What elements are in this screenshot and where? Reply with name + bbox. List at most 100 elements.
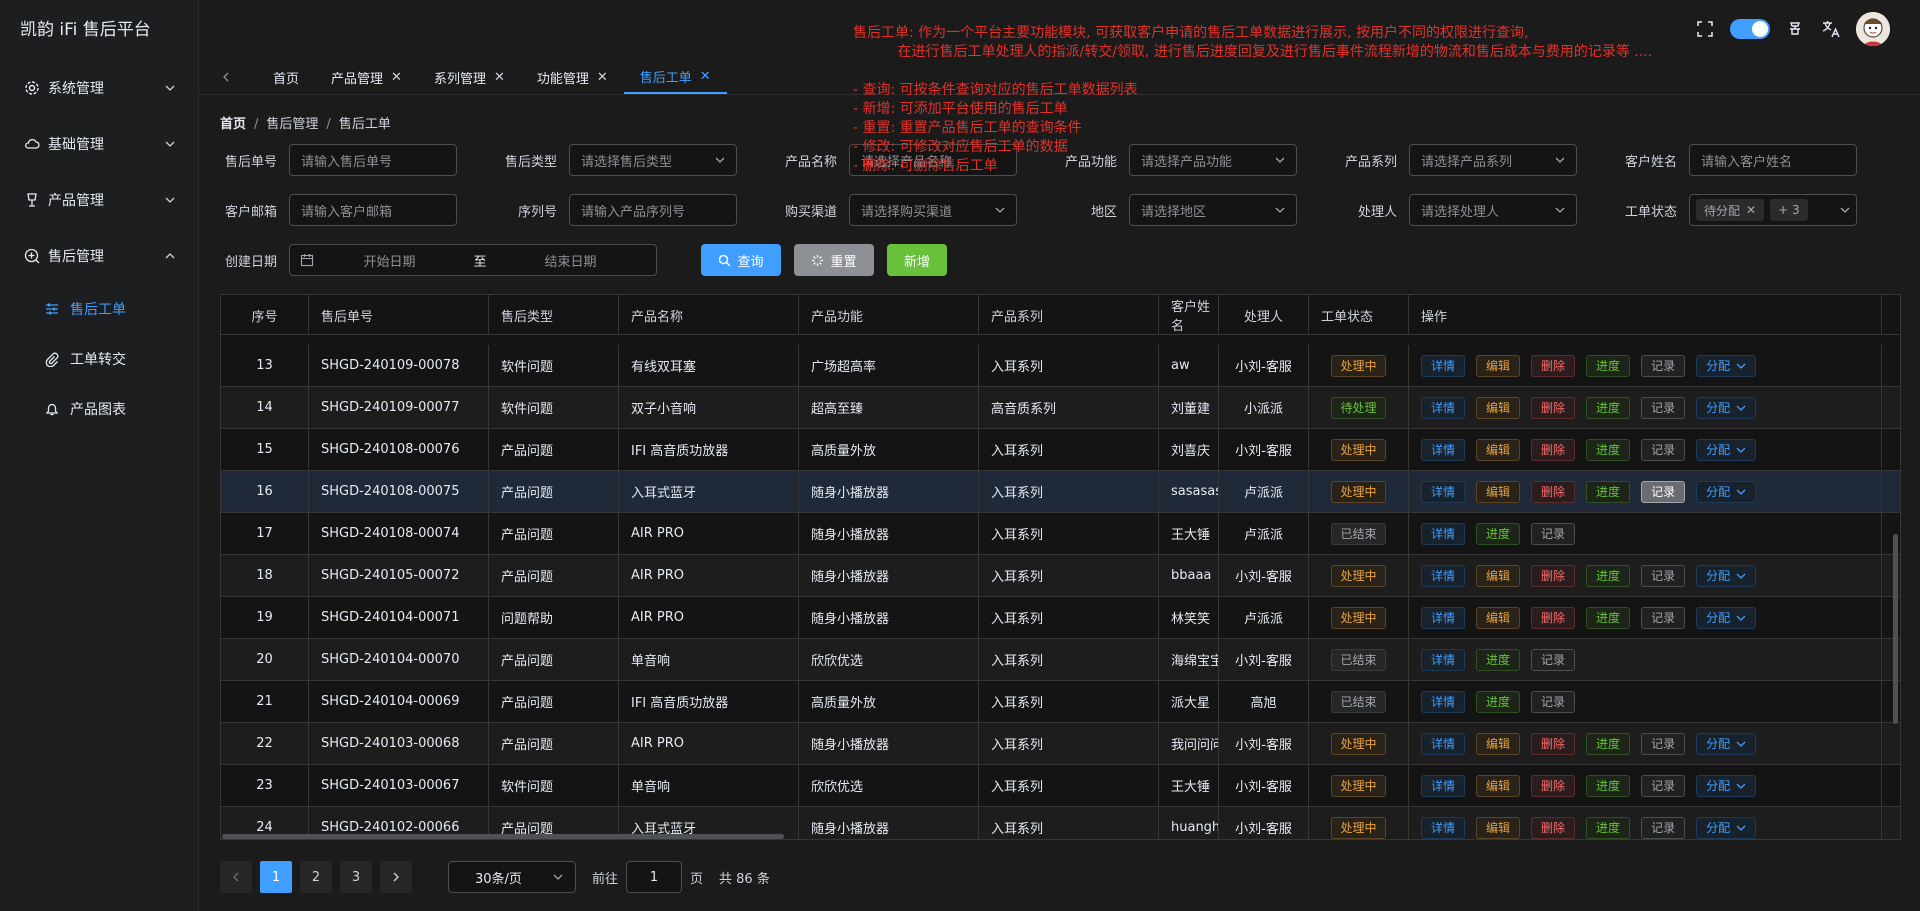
progress-button[interactable]: 进度	[1586, 606, 1631, 629]
close-icon[interactable]: ✕	[391, 70, 402, 85]
edit-button[interactable]: 编辑	[1476, 816, 1521, 839]
progress-button[interactable]: 进度	[1476, 522, 1521, 545]
progress-button[interactable]: 进度	[1586, 480, 1631, 503]
delete-button[interactable]: 删除	[1531, 816, 1576, 839]
progress-button[interactable]: 进度	[1586, 564, 1631, 587]
product-function-select[interactable]: 请选择产品功能	[1129, 144, 1297, 176]
delete-button[interactable]: 删除	[1531, 564, 1576, 587]
edit-button[interactable]: 编辑	[1476, 396, 1521, 419]
assign-button[interactable]: 分配	[1696, 438, 1757, 461]
assign-button[interactable]: 分配	[1696, 606, 1757, 629]
page-button[interactable]: 2	[300, 861, 332, 893]
close-icon[interactable]: ✕	[1746, 203, 1756, 217]
sidebar-subitem-workorder[interactable]: 售后工单	[0, 284, 198, 334]
progress-button[interactable]: 进度	[1586, 732, 1631, 755]
delete-button[interactable]: 删除	[1531, 480, 1576, 503]
progress-button[interactable]: 进度	[1586, 438, 1631, 461]
table-row[interactable]: 21 SHGD-240104-00069 产品问题 IFI 高音质功放器 高质量外放 入耳…	[221, 681, 1900, 723]
goto-page-input[interactable]: 1	[626, 861, 683, 893]
edit-button[interactable]: 编辑	[1476, 480, 1521, 503]
log-button[interactable]: 记录	[1641, 354, 1686, 377]
log-button[interactable]: 记录	[1531, 690, 1576, 713]
handler-select[interactable]: 请选择处理人	[1409, 194, 1577, 226]
region-select[interactable]: 请选择地区	[1129, 194, 1297, 226]
log-button[interactable]: 记录	[1531, 522, 1576, 545]
progress-button[interactable]: 进度	[1476, 648, 1521, 671]
customer-email-input[interactable]: 请输入客户邮箱	[289, 194, 457, 226]
delete-button[interactable]: 删除	[1531, 732, 1576, 755]
purchase-channel-select[interactable]: 请选择购买渠道	[849, 194, 1017, 226]
progress-button[interactable]: 进度	[1586, 396, 1631, 419]
table-row[interactable]: 18 SHGD-240105-00072 产品问题 AIR PRO 随身小播放器 入耳系列…	[221, 555, 1900, 597]
horizontal-scrollbar[interactable]	[222, 834, 784, 839]
add-button[interactable]: 新增	[887, 244, 947, 276]
sidebar-subitem-transfer[interactable]: 工单转交	[0, 334, 198, 384]
table-row[interactable]: 16 SHGD-240108-00075 产品问题 入耳式蓝牙 随身小播放器 入耳系列 sa…	[221, 471, 1900, 513]
assign-button[interactable]: 分配	[1696, 732, 1757, 755]
status-select[interactable]: 待分配 ✕ + 3	[1689, 194, 1857, 226]
page-button[interactable]: 1	[260, 861, 292, 893]
progress-button[interactable]: 进度	[1476, 690, 1521, 713]
table-row[interactable]: 13 SHGD-240109-00078 软件问题 有线双耳塞 广场超高率 入耳系列 aw 小…	[221, 345, 1900, 387]
log-button[interactable]: 记录	[1641, 816, 1686, 839]
close-icon[interactable]: ✕	[597, 70, 608, 85]
delete-button[interactable]: 删除	[1531, 396, 1576, 419]
breadcrumb-item[interactable]: 首页	[220, 117, 246, 132]
end-date-input[interactable]: 结束日期	[495, 251, 646, 270]
query-button[interactable]: 查询	[701, 244, 781, 276]
progress-button[interactable]: 进度	[1586, 816, 1631, 839]
delete-button[interactable]: 删除	[1531, 606, 1576, 629]
log-button[interactable]: 记录	[1641, 564, 1686, 587]
log-button[interactable]: 记录	[1641, 438, 1686, 461]
assign-button[interactable]: 分配	[1696, 396, 1757, 419]
order-no-input[interactable]: 请输入售后单号	[289, 144, 457, 176]
next-page-button[interactable]	[380, 861, 412, 893]
tab-workorder[interactable]: 售后工单 ✕	[623, 60, 727, 94]
close-icon[interactable]: ✕	[494, 70, 505, 85]
table-row[interactable]: 23 SHGD-240103-00067 软件问题 单音响 欣欣优选 入耳系列 王大锤 小刘-…	[221, 765, 1900, 807]
aftersales-type-select[interactable]: 请选择售后类型	[569, 144, 737, 176]
page-button[interactable]: 3	[340, 861, 372, 893]
translate-icon[interactable]	[1820, 18, 1842, 40]
detail-button[interactable]: 详情	[1421, 396, 1466, 419]
log-button[interactable]: 记录	[1641, 732, 1686, 755]
prev-page-button[interactable]	[220, 861, 252, 893]
date-range-picker[interactable]: 开始日期至结束日期	[289, 244, 657, 276]
detail-button[interactable]: 详情	[1421, 354, 1466, 377]
table-row[interactable]: 14 SHGD-240109-00077 软件问题 双子小音响 超高至臻 高音质系列 刘董建…	[221, 387, 1900, 429]
table-row[interactable]: 17 SHGD-240108-00074 产品问题 AIR PRO 随身小播放器 入耳系列…	[221, 513, 1900, 555]
reset-button[interactable]: 重置	[794, 244, 874, 276]
sidebar-subitem-charts[interactable]: 产品图表	[0, 384, 198, 434]
table-row[interactable]: 20 SHGD-240104-00070 产品问题 单音响 欣欣优选 入耳系列 海绵宝宝 小刘…	[221, 639, 1900, 681]
fullscreen-icon[interactable]	[1694, 18, 1716, 40]
table-row[interactable]: 15 SHGD-240108-00076 产品问题 IFI 高音质功放器 高质量外放 入耳…	[221, 429, 1900, 471]
detail-button[interactable]: 详情	[1421, 438, 1466, 461]
sidebar-item-basic[interactable]: 基础管理	[0, 116, 198, 172]
log-button[interactable]: 记录	[1531, 648, 1576, 671]
product-name-input[interactable]: 请选择产品名称	[849, 144, 1017, 176]
tab-product-manage[interactable]: 产品管理 ✕	[315, 60, 418, 94]
assign-button[interactable]: 分配	[1696, 816, 1757, 839]
delete-button[interactable]: 删除	[1531, 438, 1576, 461]
delete-button[interactable]: 删除	[1531, 774, 1576, 797]
detail-button[interactable]: 详情	[1421, 774, 1466, 797]
assign-button[interactable]: 分配	[1696, 774, 1757, 797]
detail-button[interactable]: 详情	[1421, 564, 1466, 587]
progress-button[interactable]: 进度	[1586, 774, 1631, 797]
start-date-input[interactable]: 开始日期	[314, 251, 465, 270]
tabs-prev-button[interactable]	[199, 60, 253, 94]
edit-button[interactable]: 编辑	[1476, 774, 1521, 797]
page-size-select[interactable]: 30条/页	[448, 861, 576, 893]
log-button[interactable]: 记录	[1641, 606, 1686, 629]
edit-button[interactable]: 编辑	[1476, 732, 1521, 755]
theme-toggle[interactable]	[1730, 19, 1770, 39]
assign-button[interactable]: 分配	[1696, 564, 1757, 587]
sidebar-item-system[interactable]: 系统管理	[0, 60, 198, 116]
log-button[interactable]: 记录	[1641, 774, 1686, 797]
table-row[interactable]: 19 SHGD-240104-00071 问题帮助 AIR PRO 随身小播放器 入耳系列…	[221, 597, 1900, 639]
detail-button[interactable]: 详情	[1421, 648, 1466, 671]
product-series-select[interactable]: 请选择产品系列	[1409, 144, 1577, 176]
table-row[interactable]: 22 SHGD-240103-00068 产品问题 AIR PRO 随身小播放器 入耳系列…	[221, 723, 1900, 765]
close-icon[interactable]: ✕	[700, 69, 711, 84]
customer-name-input[interactable]: 请输入客户姓名	[1689, 144, 1857, 176]
